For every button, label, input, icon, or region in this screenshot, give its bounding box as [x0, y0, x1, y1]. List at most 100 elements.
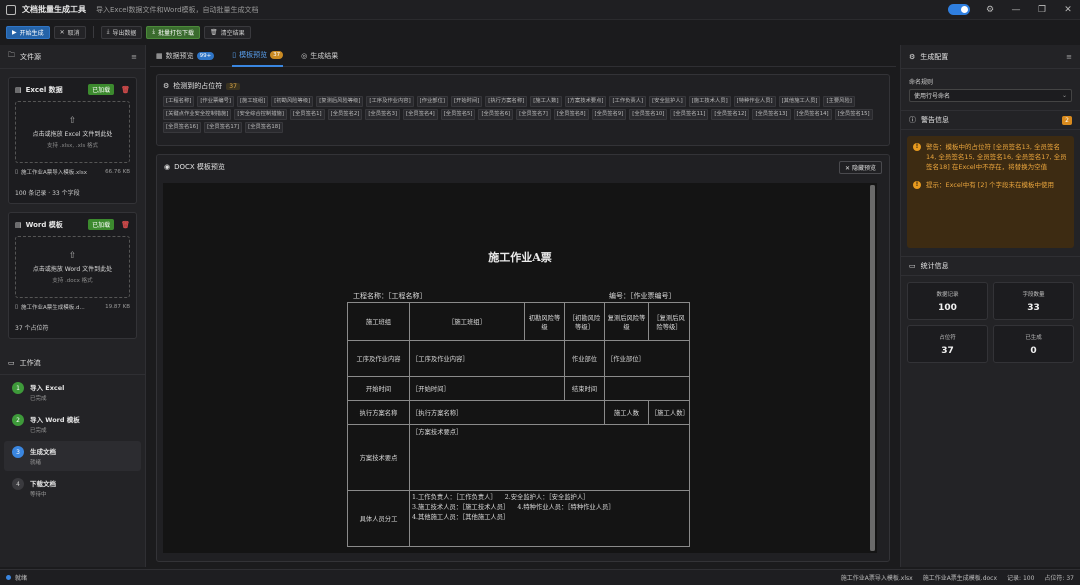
stats-grid: 数据记录 100 字段数量 33 占位符 37 已生成 0	[901, 276, 1080, 369]
naming-rule-label: 命名规则	[909, 79, 934, 86]
toolbar: ▶ 开始生成 ✕ 取消 ⤓ 导出数据 ⤓ 批量打包下载 🗑 清空结果	[0, 22, 1080, 42]
placeholder-tag: [方案技术要点]	[564, 96, 607, 107]
settings-icon[interactable]: ⚙	[984, 5, 996, 15]
excel-card: ▤ Excel 数据 已加载 🗑 ⇧ 点击或拖放 Excel 文件到此处 支持 …	[8, 77, 137, 204]
placeholder-tag: [全员签名12]	[711, 109, 750, 120]
minimize-icon[interactable]: —	[1010, 5, 1022, 15]
excel-card-title: Excel 数据	[25, 85, 63, 94]
word-file-icon: ▤	[15, 220, 22, 229]
placeholder-count: 37	[226, 82, 240, 90]
tab-bar: ▦ 数据预览 99+ ▯ 模板预览 37 ◎ 生成结果	[150, 45, 896, 67]
tab-template-preview[interactable]: ▯ 模板预览 37	[232, 45, 284, 67]
maximize-icon[interactable]: ❐	[1036, 5, 1048, 15]
status-dot-icon	[6, 575, 11, 580]
template-count-badge: 37	[270, 50, 284, 59]
excel-summary: 100 条记录 · 33 个字段	[15, 190, 80, 197]
menu-icon[interactable]: ≡	[131, 53, 137, 61]
placeholder-tag: [全员签名10]	[629, 109, 668, 120]
table-row: 开始时间 ［开始时间］ 结束时间	[347, 376, 690, 401]
download-icon: ⤓	[106, 28, 110, 35]
workflow-step-4[interactable]: 4 下载文档 等待中	[4, 473, 141, 503]
warning-count-badge: 2	[1062, 115, 1072, 125]
placeholder-tag: [安全监护人]	[649, 96, 686, 107]
placeholder-panel: ⚙ 检测到的占位符 37 [工程名称] [作业票编号] [施工班组] [初勘风险等级]…	[156, 74, 890, 146]
left-panel: 🗀 文件源 ≡ ▤ Excel 数据 已加载 🗑 ⇧ 点击或拖放 Excel 文…	[0, 45, 146, 567]
status-placeholders: 占位符: 37	[1044, 575, 1074, 582]
placeholder-tag: [全员签名13]	[752, 109, 791, 120]
gear-icon: ⚙	[163, 82, 170, 90]
trash-icon: 🗑	[210, 28, 218, 36]
word-status-badge: 已加载	[88, 219, 115, 230]
placeholder-tag: [全员签名15]	[834, 109, 873, 120]
placeholder-title: 检测到的占位符	[173, 82, 223, 90]
naming-rule-select[interactable]: 使用行号命名 ⌄	[909, 89, 1072, 102]
word-card-title: Word 模板	[25, 220, 63, 229]
hide-preview-button[interactable]: ✕ 隐藏预览	[839, 160, 882, 174]
tab-results[interactable]: ◎ 生成结果	[301, 45, 338, 67]
close-icon: ✕	[845, 164, 852, 172]
scrollbar-thumb[interactable]	[870, 185, 875, 551]
close-icon[interactable]: ✕	[1062, 5, 1074, 15]
menu-icon[interactable]: ≡	[1066, 53, 1072, 61]
placeholder-tag: [全员签名14]	[793, 109, 832, 120]
app-subtitle: 导入Excel数据文件和Word模板，自动批量生成文档	[96, 5, 259, 14]
warning-box: ! 警告：模板中的占位符 [全员签名13, 全员签名14, 全员签名15, 全员…	[907, 136, 1074, 248]
placeholder-tag: [作业部位]	[416, 96, 448, 107]
main-content: ▦ 数据预览 99+ ▯ 模板预览 37 ◎ 生成结果 ⚙ 检测到的占位符 37…	[150, 45, 896, 567]
folder-icon: 🗀	[8, 51, 15, 59]
clear-results-button[interactable]: 🗑 清空结果	[204, 25, 251, 39]
placeholder-tag: [全员签名6]	[478, 109, 514, 120]
batch-download-button[interactable]: ⤓ 批量打包下载	[146, 25, 201, 39]
delete-excel-icon[interactable]: 🗑	[121, 86, 130, 94]
word-drop-zone[interactable]: ⇧ 点击或拖放 Word 文件到此处 支持 .docx 格式	[15, 236, 130, 298]
excel-drop-zone[interactable]: ⇧ 点击或拖放 Excel 文件到此处 支持 .xlsx, .xls 格式	[15, 101, 130, 163]
upload-icon: ⇧	[68, 115, 77, 126]
stat-placeholders: 占位符 37	[907, 325, 988, 363]
toolbar-divider	[92, 26, 94, 38]
eye-icon: ◉	[164, 163, 171, 171]
placeholder-tag: [作业票编号]	[197, 96, 234, 107]
file-icon: ▯	[15, 304, 19, 310]
placeholder-tag: [施工技术人员]	[688, 96, 731, 107]
theme-toggle[interactable]	[948, 4, 970, 15]
start-generate-button[interactable]: ▶ 开始生成	[6, 25, 50, 39]
table-row: 施工班组 ［施工班组］ 初勘风险等级 ［初勘风险等级］ 复测后风险等级 ［复测后…	[347, 302, 690, 341]
stat-records: 数据记录 100	[907, 282, 988, 320]
workflow-step-2[interactable]: 2 导入 Word 模板 已完成	[4, 409, 141, 439]
workflow-step-3[interactable]: 3 生成文档 就绪	[4, 441, 141, 471]
export-data-button[interactable]: ⤓ 导出数据	[100, 25, 143, 39]
app-title: 文档批量生成工具	[22, 5, 86, 14]
placeholder-tag: [全员签名5]	[440, 109, 476, 120]
document-icon: ▯	[232, 50, 237, 59]
placeholder-tag: [开始时间]	[450, 96, 483, 107]
gear-icon: ⚙	[909, 52, 916, 61]
status-word-file: 施工作业A票生成模板.docx	[922, 575, 998, 582]
placeholder-tag: [全员签名11]	[670, 109, 709, 120]
placeholder-tag: [全员签名1]	[289, 109, 325, 120]
placeholder-tag: [关键点作业安全控制措施]	[163, 109, 232, 120]
upload-icon: ⇧	[68, 250, 77, 261]
placeholder-tag: [工程名称]	[163, 96, 195, 107]
data-count-badge: 99+	[196, 51, 215, 60]
placeholder-tag: [安全综合控制措施]	[234, 109, 287, 120]
table-row: 工序及作业内容 ［工序及作业内容］ 作业部位 ［作业部位］	[347, 340, 690, 377]
document-canvas[interactable]: 施工作业A票 工程名称：［工程名称］ 编号：［作业票编号］ 施工班组 ［施工班组…	[163, 183, 877, 553]
placeholder-tag: [主要风险]	[823, 96, 855, 107]
cancel-button[interactable]: ✕ 取消	[53, 25, 86, 39]
document-title: 施工作业A票	[488, 251, 552, 264]
file-icon: ▯	[15, 169, 19, 175]
placeholder-tag: [全员签名9]	[591, 109, 627, 120]
chevron-down-icon: ⌄	[1061, 92, 1067, 99]
config-header: ⚙ 生成配置 ≡	[901, 45, 1080, 69]
tab-data-preview[interactable]: ▦ 数据预览 99+	[156, 45, 215, 67]
warning-icon: !	[913, 143, 921, 151]
workflow-step-1[interactable]: 1 导入 Excel 已完成	[4, 377, 141, 407]
stat-fields: 字段数量 33	[993, 282, 1074, 320]
title-bar: 文档批量生成工具 导入Excel数据文件和Word模板，自动批量生成文档 ⚙ —…	[0, 0, 1080, 20]
placeholder-tag: [施工人数]	[530, 96, 562, 107]
table-row: 执行方案名称 ［执行方案名称］ 施工人数 ［施工人数］	[347, 400, 690, 425]
stats-header: ▭ 统计信息	[901, 256, 1080, 276]
play-icon: ▶	[12, 28, 17, 36]
delete-word-icon[interactable]: 🗑	[121, 221, 130, 229]
info-icon: ⓘ	[909, 116, 916, 124]
